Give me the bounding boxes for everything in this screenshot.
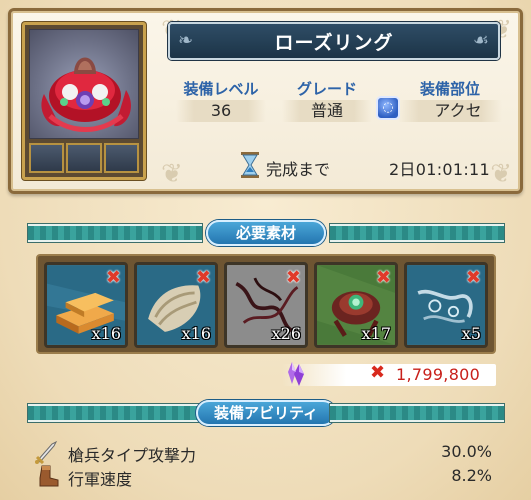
red-x-icon: ✖	[285, 267, 301, 288]
material-quantity: x26	[271, 324, 301, 343]
decorative-band	[330, 224, 504, 242]
level-value: 36	[176, 100, 266, 122]
material-quantity: x16	[91, 324, 121, 343]
accessory-ring-icon: ◌	[376, 96, 400, 120]
material-tile[interactable]: ✖ x5	[404, 262, 488, 348]
item-socket-row	[29, 143, 139, 173]
material-tile[interactable]: ✖ x16	[134, 262, 218, 348]
level-label: 装備レベル	[183, 80, 259, 98]
hourglass-icon	[241, 152, 259, 178]
materials-section-header: 必要素材	[28, 220, 504, 248]
grade-label: グレード	[296, 80, 357, 98]
level-stat: 装備レベル 36	[176, 78, 266, 122]
grade-stat: グレード 普通	[282, 78, 372, 122]
decorative-band	[330, 404, 504, 422]
empty-slot-icon	[66, 143, 102, 173]
material-tile[interactable]: ✖ x17	[314, 262, 398, 348]
timer-value: 2日01:01:11	[388, 160, 490, 179]
ability-value: 30.0%	[441, 442, 492, 461]
red-x-icon: ✖	[375, 267, 391, 288]
ability-value: 8.2%	[451, 466, 492, 485]
material-quantity: x16	[181, 324, 211, 343]
slot-stat: 装備部位 アクセ	[398, 78, 502, 122]
empty-slot-icon	[29, 143, 65, 173]
abilities-title: 装備アビリティ	[196, 400, 336, 426]
timer-label: 完成まで	[266, 160, 331, 179]
slot-label: 装備部位	[419, 80, 480, 98]
red-x-icon: ✖	[105, 267, 121, 288]
ability-name: 槍兵タイプ攻撃力	[68, 446, 197, 465]
red-x-icon: ✖	[195, 267, 211, 288]
material-tile[interactable]: ✖ x16	[44, 262, 128, 348]
ability-name: 行軍速度	[68, 470, 133, 489]
sword-icon	[35, 440, 58, 464]
equipment-craft-screen: ❦ ❦ ❦ ❦	[0, 0, 531, 500]
item-name-banner: ❧ ローズリング ☙	[168, 22, 500, 60]
ornament-icon: ❧	[178, 30, 195, 51]
material-tile[interactable]: ✖ x26	[224, 262, 308, 348]
material-quantity: x5	[461, 324, 481, 343]
abilities-section-header: 装備アビリティ	[28, 400, 504, 428]
empty-slot-icon	[103, 143, 139, 173]
rose-ring-icon	[29, 29, 139, 139]
grade-value: 普通	[282, 100, 372, 122]
red-x-icon: ✖	[465, 267, 481, 288]
item-name: ローズリング	[274, 31, 394, 54]
decorative-band	[28, 404, 202, 422]
materials-title: 必要素材	[206, 220, 326, 246]
insufficient-x-icon: ✖	[370, 362, 386, 383]
slot-value: アクセ	[398, 100, 502, 122]
item-portrait-frame[interactable]	[22, 22, 146, 180]
boot-icon	[39, 465, 59, 487]
purple-crystal-icon	[288, 362, 304, 386]
ability-row: 槍兵タイプ攻撃力 30.0%	[30, 440, 500, 465]
ornament-icon: ☙	[472, 30, 490, 51]
ability-row: 行軍速度 8.2%	[30, 464, 500, 489]
ornament-icon: ❦	[161, 159, 183, 189]
material-quantity: x17	[361, 324, 391, 343]
ornament-icon: ❦	[490, 159, 512, 189]
decorative-band	[28, 224, 202, 242]
cost-value: 1,799,800	[396, 365, 481, 384]
